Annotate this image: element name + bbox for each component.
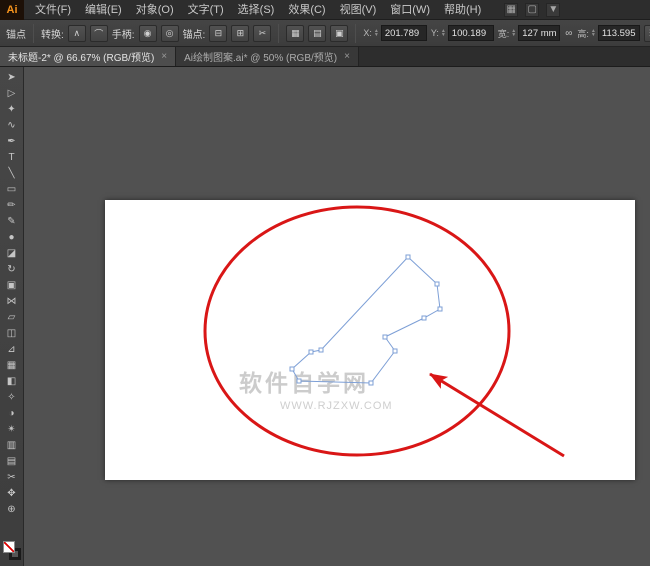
workspace-icon[interactable]: ▢ bbox=[525, 2, 540, 17]
artboard-tool[interactable]: ▤ bbox=[2, 454, 22, 470]
grid-options-icon[interactable]: ▦ bbox=[286, 24, 305, 42]
align-options-icon[interactable]: ▤ bbox=[308, 24, 327, 42]
fill-stroke-controls bbox=[2, 541, 21, 560]
tool-palette: ➤ ▷ ✦ ∿ ✒ T ╲ ▭ ✏ ✎ ● ◪ ↻ ▣ ⋈ ▱ ◫ ⊿ ▦ ◧ … bbox=[0, 67, 24, 566]
direct-selection-tool[interactable]: ▷ bbox=[2, 86, 22, 102]
menubar: Ai 文件(F) 编辑(E) 对象(O) 文字(T) 选择(S) 效果(C) 视… bbox=[0, 0, 650, 20]
height-label: 高: bbox=[577, 28, 589, 39]
add-anchor-button[interactable]: ⊞ bbox=[231, 24, 250, 42]
red-circle-annotation[interactable] bbox=[203, 205, 511, 457]
paintbrush-tool[interactable]: ✏ bbox=[2, 198, 22, 214]
scale-tool[interactable]: ▣ bbox=[2, 278, 22, 294]
menu-file[interactable]: 文件(F) bbox=[28, 0, 78, 20]
menu-object[interactable]: 对象(O) bbox=[129, 0, 181, 20]
rotate-tool[interactable]: ↻ bbox=[2, 262, 22, 278]
x-input[interactable]: 201.789 bbox=[380, 25, 427, 41]
width-tool[interactable]: ⋈ bbox=[2, 294, 22, 310]
isolate-selection-button[interactable]: ▣ bbox=[330, 24, 349, 42]
y-spinner[interactable]: ▲ ▼ bbox=[441, 29, 446, 38]
tab-label: 未标题-2* @ 66.67% (RGB/预览) bbox=[8, 53, 155, 64]
menu-window[interactable]: 窗口(W) bbox=[383, 0, 437, 20]
x-spinner[interactable]: ▲ ▼ bbox=[374, 29, 379, 38]
menu-edit[interactable]: 编辑(E) bbox=[78, 0, 129, 20]
menu-help[interactable]: 帮助(H) bbox=[437, 0, 488, 20]
document-tab-untitled2[interactable]: 未标题-2* @ 66.67% (RGB/预览) × bbox=[0, 47, 177, 66]
line-segment-tool[interactable]: ╲ bbox=[2, 166, 22, 182]
control-bar: 锚点 转换: ∧ ⌒ 手柄: ◉ ◎ 锚点: ⊟ ⊞ ✂ ▦ ▤ ▣ X: ▲ ▼… bbox=[0, 20, 650, 47]
workspace-dropdown-icon[interactable]: ▼ bbox=[546, 2, 561, 17]
shape-builder-tool[interactable]: ◫ bbox=[2, 326, 22, 342]
hide-handles-button[interactable]: ◎ bbox=[160, 24, 179, 42]
pen-tool[interactable]: ✒ bbox=[2, 134, 22, 150]
blob-brush-tool[interactable]: ● bbox=[2, 230, 22, 246]
selection-tool[interactable]: ➤ bbox=[2, 70, 22, 86]
remove-anchor-button[interactable]: ⊟ bbox=[209, 24, 228, 42]
separator bbox=[278, 23, 280, 43]
fill-color-swatch[interactable] bbox=[2, 541, 15, 553]
width-field: 宽: ▲ ▼ 127 mm bbox=[497, 25, 561, 41]
x-field: X: ▲ ▼ 201.789 bbox=[363, 25, 427, 41]
separator bbox=[33, 23, 34, 43]
eraser-tool[interactable]: ◪ bbox=[2, 246, 22, 262]
convert-to-smooth-button[interactable]: ⌒ bbox=[89, 24, 108, 42]
main-area: ➤ ▷ ✦ ∿ ✒ T ╲ ▭ ✏ ✎ ● ◪ ↻ ▣ ⋈ ▱ ◫ ⊿ ▦ ◧ … bbox=[0, 67, 650, 566]
artboard[interactable]: 软件自学网 WWW.RJZXW.COM bbox=[105, 200, 635, 480]
y-label: Y: bbox=[430, 28, 439, 38]
menu-type[interactable]: 文字(T) bbox=[181, 0, 231, 20]
none-fill-indicator bbox=[3, 542, 14, 552]
gradient-tool[interactable]: ◧ bbox=[2, 374, 22, 390]
close-icon[interactable]: × bbox=[161, 51, 167, 62]
arrange-documents-icon[interactable]: ▦ bbox=[504, 2, 519, 17]
menu-view[interactable]: 视图(V) bbox=[333, 0, 384, 20]
magic-wand-tool[interactable]: ✦ bbox=[2, 102, 22, 118]
document-tab-ai-pattern[interactable]: Ai绘制图案.ai* @ 50% (RGB/预览) × bbox=[176, 47, 359, 66]
anchor-point-label: 锚点 bbox=[6, 29, 26, 41]
menubar-right-icons: ▦ ▢ ▼ bbox=[504, 2, 561, 17]
close-icon[interactable]: × bbox=[344, 51, 350, 62]
red-arrow-annotation[interactable] bbox=[429, 372, 565, 458]
hand-tool[interactable]: ✥ bbox=[2, 486, 22, 502]
drawing-svg bbox=[203, 205, 565, 458]
height-spinner[interactable]: ▲ ▼ bbox=[591, 29, 596, 38]
menu-effect[interactable]: 效果(C) bbox=[281, 0, 332, 20]
type-tool[interactable]: T bbox=[2, 150, 22, 166]
lasso-tool[interactable]: ∿ bbox=[2, 118, 22, 134]
anchors-label: 锚点: bbox=[182, 29, 206, 41]
convert-to-corner-button[interactable]: ∧ bbox=[67, 24, 86, 42]
free-transform-tool[interactable]: ▱ bbox=[2, 310, 22, 326]
column-graph-tool[interactable]: ▥ bbox=[2, 438, 22, 454]
pencil-tool[interactable]: ✎ bbox=[2, 214, 22, 230]
menu-select[interactable]: 选择(S) bbox=[231, 0, 282, 20]
document-tab-bar: 未标题-2* @ 66.67% (RGB/预览) × Ai绘制图案.ai* @ … bbox=[0, 47, 650, 67]
zoom-tool[interactable]: ⊕ bbox=[2, 502, 22, 518]
handles-label: 手柄: bbox=[111, 29, 135, 41]
symbol-sprayer-tool[interactable]: ✴ bbox=[2, 422, 22, 438]
mesh-tool[interactable]: ▦ bbox=[2, 358, 22, 374]
slice-tool[interactable]: ✂ bbox=[2, 470, 22, 486]
canvas-workspace[interactable]: 软件自学网 WWW.RJZXW.COM bbox=[24, 67, 650, 566]
constrain-proportions-icon[interactable]: ∞ bbox=[564, 28, 573, 39]
convert-label: 转换: bbox=[41, 29, 64, 41]
y-input[interactable]: 100.189 bbox=[447, 25, 494, 41]
perspective-grid-tool[interactable]: ⊿ bbox=[2, 342, 22, 358]
width-input[interactable]: 127 mm bbox=[518, 25, 561, 41]
x-label: X: bbox=[363, 28, 372, 38]
width-label: 宽: bbox=[497, 28, 510, 39]
height-input[interactable]: 113.595 bbox=[597, 25, 640, 41]
eyedropper-tool[interactable]: ✧ bbox=[2, 390, 22, 406]
separator bbox=[355, 23, 357, 43]
more-options-icon[interactable]: ☰ bbox=[643, 24, 650, 42]
drawn-path[interactable] bbox=[291, 256, 441, 384]
blend-tool[interactable]: ◑ bbox=[2, 406, 22, 422]
width-spinner[interactable]: ▲ ▼ bbox=[511, 29, 516, 38]
tab-label: Ai绘制图案.ai* @ 50% (RGB/预览) bbox=[184, 53, 338, 64]
y-field: Y: ▲ ▼ 100.189 bbox=[431, 25, 494, 41]
height-field: 高: ▲ ▼ 113.595 bbox=[577, 25, 640, 41]
rectangle-tool[interactable]: ▭ bbox=[2, 182, 22, 198]
cut-path-button[interactable]: ✂ bbox=[253, 24, 272, 42]
show-handles-button[interactable]: ◉ bbox=[138, 24, 157, 42]
app-logo: Ai bbox=[0, 0, 24, 20]
